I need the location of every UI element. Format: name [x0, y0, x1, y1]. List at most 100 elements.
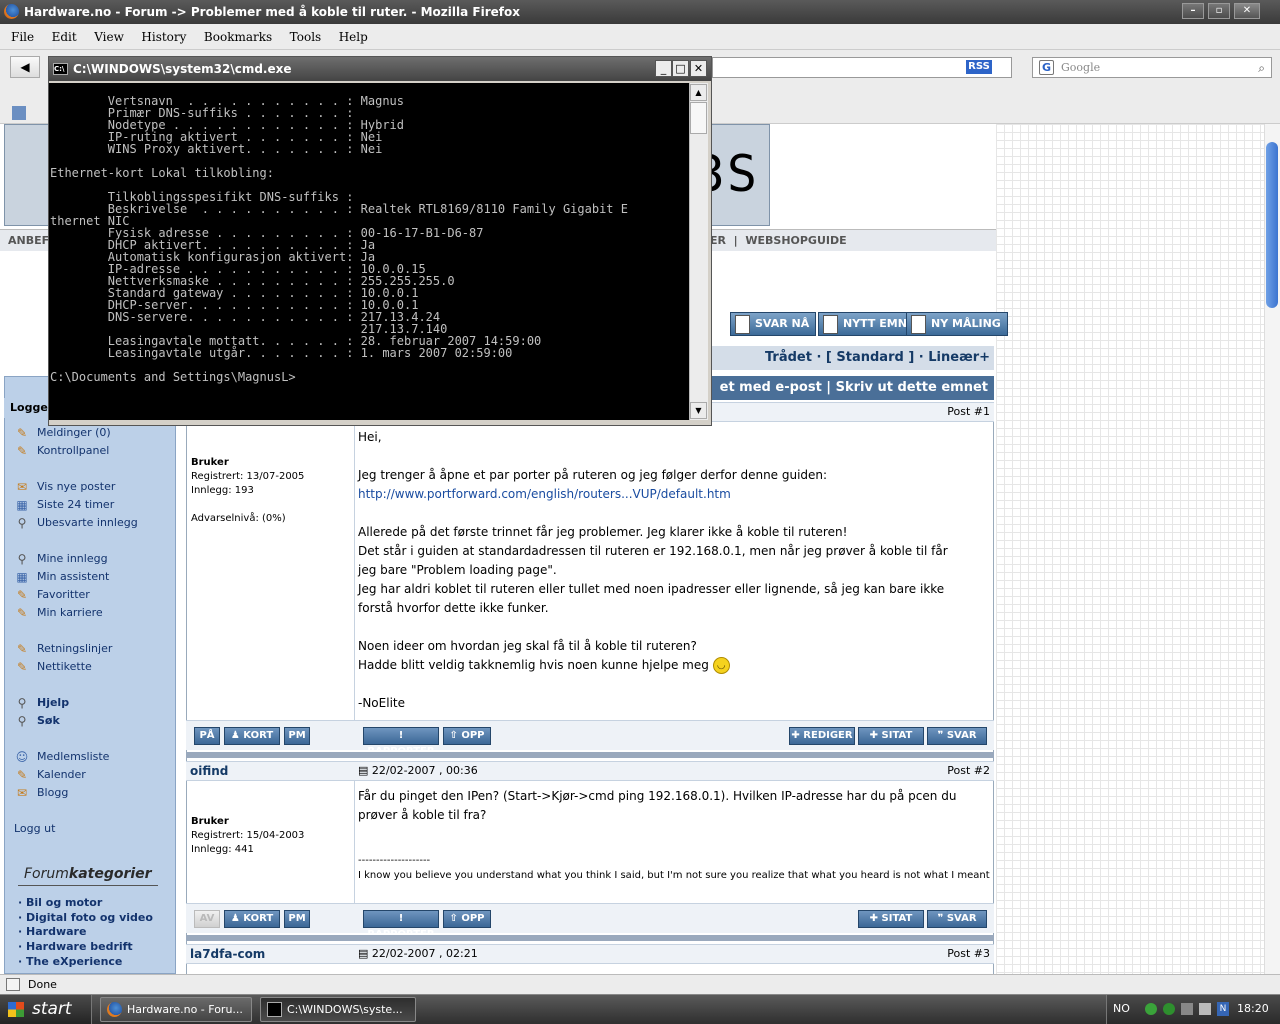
sidebar-item-blogg[interactable]: ✉ Blogg — [14, 784, 68, 802]
rss-icon[interactable]: RSS — [966, 60, 992, 74]
cmd-close-button[interactable]: ✕ — [690, 60, 707, 77]
sidebar-item-hjelp[interactable]: ⚲ Hjelp — [14, 694, 70, 712]
cmd-scroll-down-icon[interactable]: ▼ — [690, 402, 707, 419]
category-link[interactable]: · Digital foto og video — [18, 910, 153, 925]
sidebar-item-kontrollpanel[interactable]: ✎ Kontrollpanel — [14, 442, 109, 460]
reply-button[interactable]: ❞ SVAR — [927, 910, 987, 928]
page-scrollbar-thumb[interactable] — [1266, 142, 1278, 308]
sidebar-item-nettikette[interactable]: ✎ Nettikette — [14, 658, 92, 676]
taskbar-item-firefox[interactable]: Hardware.no - Foru... — [100, 997, 252, 1022]
sidebar-item-kalender[interactable]: ✎ Kalender — [14, 766, 86, 784]
steam-icon[interactable] — [1199, 1003, 1211, 1015]
search-icon: ⚲ — [17, 696, 27, 710]
language-indicator[interactable]: NO — [1113, 995, 1130, 1023]
app-n-icon[interactable]: N — [1217, 1002, 1229, 1016]
menu-file[interactable]: File — [11, 24, 34, 50]
smiley-icon: ◡ — [712, 657, 730, 674]
quote-button[interactable]: ✚ SITAT — [858, 727, 924, 745]
post-link-line: http://www.portforward.com/english/route… — [358, 485, 990, 504]
search-icon: ⚲ — [17, 516, 27, 530]
profile-card-button[interactable]: ♟ KORT — [224, 727, 280, 745]
post-body: Får du pinget den IPen? (Start->Kjør->cm… — [358, 787, 990, 825]
sidebar-item-ubesvarte-innlegg[interactable]: ⚲ Ubesvarte innlegg — [14, 514, 138, 532]
menu-history[interactable]: History — [141, 24, 186, 50]
menu-view[interactable]: View — [94, 24, 124, 50]
cmd-scroll-up-icon[interactable]: ▲ — [690, 84, 707, 101]
menu-help[interactable]: Help — [339, 24, 368, 50]
pm-button[interactable]: PM — [284, 727, 310, 745]
nav-item-partial[interactable]: ER — [710, 234, 726, 247]
nav-right: ER | WEBSHOPGUIDE — [710, 230, 847, 252]
post-line: forstå hvorfor dette ikke funker. — [358, 601, 549, 615]
messenger-icon[interactable] — [1163, 1003, 1175, 1015]
reply-button[interactable]: ❞ SVAR — [927, 727, 987, 745]
network-icon[interactable] — [1145, 1003, 1157, 1015]
sidebar-item-medlemsliste[interactable]: ☺ Medlemsliste — [14, 748, 110, 766]
quote-button[interactable]: ✚ SITAT — [858, 910, 924, 928]
new-poll-button[interactable]: NY MÅLING — [906, 312, 1008, 336]
category-link[interactable]: · The eXperience — [18, 954, 122, 969]
post-line: Hadde blitt veldig takknemlig hvis noen … — [358, 658, 709, 672]
sidebar-heading: Logge — [4, 398, 48, 418]
offline-status-button[interactable]: AV — [194, 910, 220, 928]
cmd-title-bar[interactable]: C:\ C:\WINDOWS\system32\cmd.exe — [49, 57, 711, 81]
category-link[interactable]: · Hardware bedrift — [18, 939, 133, 954]
cmd-minimize-button[interactable]: _ — [655, 60, 672, 77]
post-number[interactable]: Post #2 — [947, 762, 990, 780]
top-button[interactable]: ⇧ OPP — [443, 910, 491, 928]
sidebar-item-siste-24-timer[interactable]: ▦ Siste 24 timer — [14, 496, 114, 514]
post-number[interactable]: Post #3 — [947, 945, 990, 963]
sidebar-item-retningslinjer[interactable]: ✎ Retningslinjer — [14, 640, 112, 658]
volume-icon[interactable] — [1181, 1003, 1193, 1015]
post-author[interactable]: oifind — [190, 762, 228, 780]
menu-tools[interactable]: Tools — [290, 24, 322, 50]
thread-tools-bar[interactable]: et med e-post | Skriv ut dette emnet — [712, 376, 994, 400]
category-link[interactable]: · Bil og motor — [18, 895, 102, 910]
report-button[interactable]: ! RAPPORTER — [363, 727, 439, 757]
google-icon[interactable]: G — [1039, 60, 1054, 75]
search-icon: ⚲ — [17, 552, 27, 566]
cmd-maximize-button[interactable]: □ — [672, 60, 689, 77]
taskbar-item-cmd[interactable]: C:\WINDOWS\syste... — [260, 997, 416, 1022]
page-background — [996, 124, 1264, 974]
post-number[interactable]: Post #1 — [947, 403, 990, 421]
online-status-button[interactable]: PÅ — [194, 727, 220, 745]
exclamation-icon: ! — [398, 730, 404, 741]
sidebar-item-sok[interactable]: ⚲ Søk — [14, 712, 60, 730]
cmd-output[interactable]: Vertsnavn . . . . . . . . . . . : Magnus… — [49, 83, 689, 420]
sidebar-item-logg-ut[interactable]: Logg ut — [14, 820, 55, 838]
category-label: Hardware bedrift — [26, 940, 133, 953]
clock[interactable]: 18:20 — [1237, 995, 1269, 1023]
search-input[interactable]: G Google ⌕ — [1032, 57, 1272, 78]
minimize-button[interactable]: – — [1182, 3, 1204, 19]
start-button[interactable]: start — [0, 995, 92, 1024]
cmd-scrollbar-thumb[interactable] — [690, 102, 707, 134]
top-button[interactable]: ⇧ OPP — [443, 727, 491, 745]
edit-button[interactable]: ✚ REDIGER — [789, 727, 855, 745]
sidebar-item-label: Søk — [37, 714, 60, 727]
folder-icon: ✎ — [16, 642, 28, 656]
reply-now-button[interactable]: SVAR NÅ — [730, 312, 817, 336]
sidebar-item-vis-nye-poster[interactable]: ✉ Vis nye poster — [14, 478, 115, 496]
sidebar-item-min-karriere[interactable]: ✎ Min karriere — [14, 604, 103, 622]
post-author[interactable]: la7dfa-com — [190, 945, 265, 963]
back-button[interactable]: ◀ — [10, 56, 40, 78]
sidebar-item-meldinger[interactable]: ✎ Meldinger (0) — [14, 424, 111, 442]
category-link[interactable]: · Hardware — [18, 924, 86, 939]
close-button[interactable]: ✕ — [1234, 3, 1260, 19]
search-icon: ⚲ — [17, 714, 27, 728]
report-button[interactable]: ! RAPPORTER — [363, 910, 439, 940]
nav-webshopguide[interactable]: WEBSHOPGUIDE — [745, 234, 846, 247]
guide-link[interactable]: http://www.portforward.com/english/route… — [358, 487, 731, 501]
maximize-button[interactable]: ▫ — [1208, 3, 1230, 19]
sidebar-item-mine-innlegg[interactable]: ⚲ Mine innlegg — [14, 550, 108, 568]
sidebar-item-favoritter[interactable]: ✎ Favoritter — [14, 586, 90, 604]
sidebar-item-min-assistent[interactable]: ▦ Min assistent — [14, 568, 109, 586]
view-mode-bar[interactable]: Trådet · [ Standard ] · Lineær+ — [712, 346, 994, 370]
magnifier-icon[interactable]: ⌕ — [1258, 59, 1265, 78]
folder-icon: ✎ — [16, 660, 28, 674]
menu-bookmarks[interactable]: Bookmarks — [204, 24, 272, 50]
profile-card-button[interactable]: ♟ KORT — [224, 910, 280, 928]
menu-edit[interactable]: Edit — [52, 24, 77, 50]
pm-button[interactable]: PM — [284, 910, 310, 928]
